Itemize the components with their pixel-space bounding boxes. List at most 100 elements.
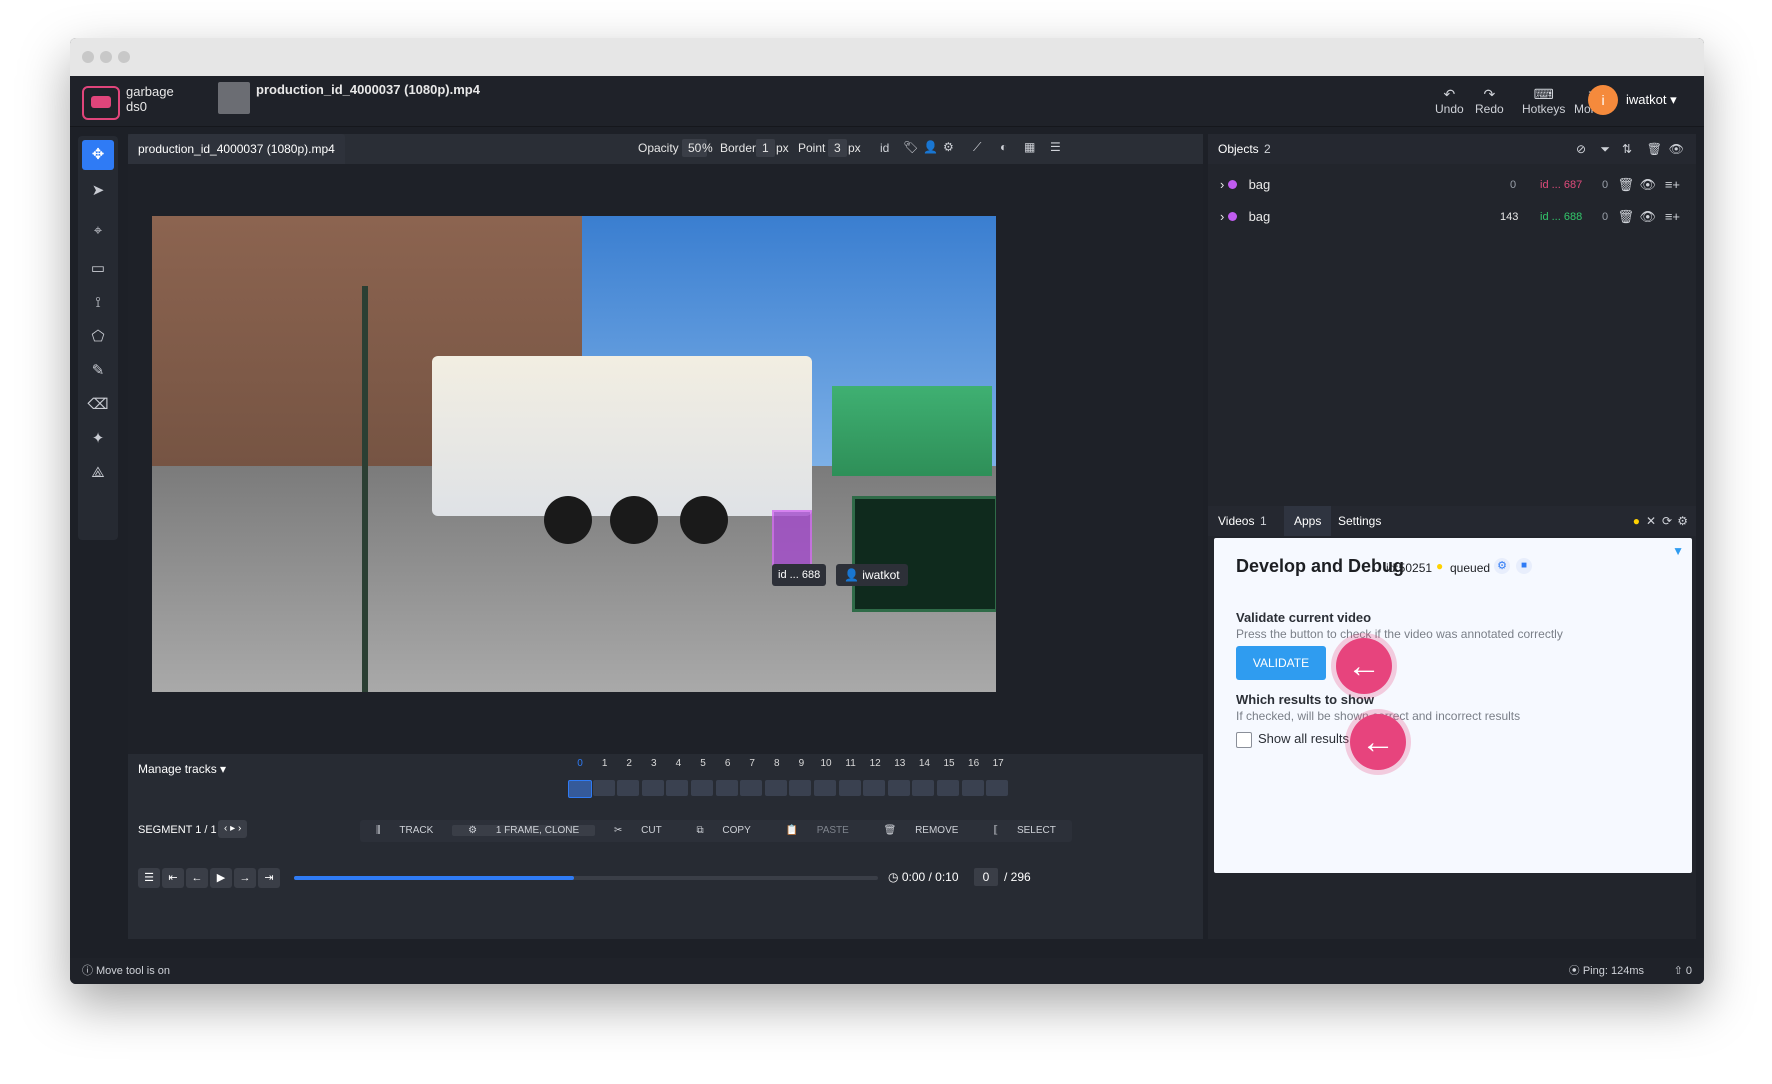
user-icon[interactable]: 👤 [923, 140, 938, 154]
sort-icon[interactable]: ⇅ [1622, 134, 1632, 164]
frame-number[interactable]: 0 [568, 758, 592, 769]
play-segment-icon[interactable]: ▸ [230, 823, 235, 834]
objects-title[interactable]: Objects [1218, 134, 1259, 164]
trash-icon[interactable]: 🗑 [1617, 204, 1634, 230]
border-value[interactable]: 1 [756, 139, 775, 157]
eye-icon[interactable]: 👁 [1639, 172, 1656, 198]
frame-cell[interactable] [740, 780, 763, 796]
manage-tracks-dropdown[interactable]: Manage tracks ▾ [138, 762, 226, 776]
app-settings-icon[interactable]: ⚙ [1494, 558, 1510, 574]
tab-videos[interactable]: Videos [1218, 506, 1254, 536]
video-canvas[interactable]: id ... 688 👤 iwatkot [128, 164, 1203, 754]
frame-cell[interactable] [764, 780, 787, 796]
chevron-right-icon[interactable]: › [1220, 177, 1228, 192]
skeleton-tool[interactable]: ⌖ [82, 216, 114, 246]
undo-button[interactable]: ↶ Undo [1435, 86, 1464, 116]
move-tool[interactable]: ✥ [82, 140, 114, 170]
frame-number[interactable]: 13 [888, 758, 912, 769]
polygon-tool[interactable]: ⬠ [82, 322, 114, 352]
show-all-results-checkbox[interactable] [1236, 732, 1252, 748]
frame-cell[interactable] [715, 780, 738, 796]
paste-button[interactable]: 📋 PASTE [770, 825, 865, 836]
frame-cell[interactable] [937, 780, 959, 796]
sliders-icon[interactable]: ☰ [1050, 140, 1061, 154]
frame-number[interactable]: 17 [986, 758, 1010, 769]
object-row[interactable]: › bag 143 id ... 688 0 🗑 👁 ≡+ [1220, 204, 1686, 230]
gear-icon[interactable]: ⚙ [1677, 506, 1688, 536]
frame-number[interactable]: 14 [912, 758, 936, 769]
frame-cell[interactable] [789, 780, 812, 796]
cut-button[interactable]: ✂ CUT [598, 825, 678, 836]
frame-number[interactable]: 15 [937, 758, 961, 769]
frame-input[interactable]: 0 [974, 868, 998, 886]
polyline-tool[interactable]: ⟟ [82, 288, 114, 318]
frame-number[interactable]: 1 [593, 758, 617, 769]
dataset-name[interactable]: ds0 [126, 99, 174, 114]
frame-cell[interactable] [691, 780, 713, 796]
validate-button[interactable]: VALIDATE [1236, 646, 1326, 680]
list-add-icon[interactable]: ≡+ [1665, 172, 1680, 198]
playback-settings-button[interactable]: ☰ [138, 868, 160, 888]
point-value[interactable]: 3 [828, 139, 847, 157]
frame-number[interactable]: 10 [814, 758, 838, 769]
frame-cell[interactable] [814, 780, 836, 796]
segment-controls[interactable]: ‹ ▸ › [218, 820, 248, 838]
hide-annotations-icon[interactable]: ⊘ [1576, 134, 1586, 164]
palette-icon[interactable]: ◐ [1000, 140, 1007, 154]
frame-number[interactable]: 8 [765, 758, 789, 769]
first-frame-button[interactable]: ⇤ [162, 868, 184, 888]
frame-cell[interactable] [641, 780, 664, 796]
filter-icon[interactable]: ⏷ [1600, 134, 1610, 164]
next-frame-button[interactable]: → [234, 868, 256, 888]
frame-number[interactable]: 2 [617, 758, 641, 769]
grid-icon[interactable]: ▦ [1024, 140, 1035, 154]
eraser-tool[interactable]: ⌫ [82, 390, 114, 420]
editor-tab[interactable]: production_id_4000037 (1080p).mp4 [128, 134, 345, 164]
collapse-triangle-icon[interactable]: ▼ [1672, 544, 1684, 558]
ruler-icon[interactable]: ⟋ [973, 140, 981, 155]
frame-cell[interactable] [912, 780, 935, 796]
frame-number[interactable]: 6 [716, 758, 740, 769]
copy-button[interactable]: ⧉ COPY [680, 825, 766, 836]
magic-wand-tool[interactable]: ✦ [82, 424, 114, 454]
frame-cell[interactable] [568, 780, 592, 798]
frame-clone-button[interactable]: ⚙ 1 FRAME, CLONE [452, 825, 596, 836]
frame-cell[interactable] [961, 780, 984, 796]
graph-tool[interactable]: ⟁ [82, 458, 114, 488]
last-frame-button[interactable]: ⇥ [258, 868, 280, 888]
frame-cell[interactable] [617, 780, 640, 796]
tag-icon[interactable]: 🏷 [903, 140, 918, 154]
user-menu[interactable]: iwatkot ▾ [1626, 92, 1677, 108]
frame-cell[interactable] [666, 780, 689, 796]
avatar[interactable]: i [1588, 85, 1618, 115]
select-button[interactable]: ⟦ SELECT [977, 825, 1072, 836]
frame-cell[interactable] [887, 780, 910, 796]
window-minimize-dot[interactable] [100, 51, 112, 63]
tab-settings[interactable]: Settings [1338, 506, 1381, 536]
frame-cell[interactable] [986, 780, 1009, 796]
frame-number[interactable]: 12 [863, 758, 887, 769]
eye-icon[interactable]: 👁 [1639, 204, 1656, 230]
frame-cell[interactable] [863, 780, 886, 796]
app-stop-icon[interactable]: ■ [1516, 558, 1532, 574]
tab-apps[interactable]: Apps [1284, 506, 1332, 536]
list-add-icon[interactable]: ≡+ [1665, 204, 1680, 230]
frame-number[interactable]: 9 [789, 758, 813, 769]
chevron-right-icon[interactable]: › [238, 823, 241, 834]
brush-tool[interactable]: ✎ [82, 356, 114, 386]
frame-cell[interactable] [838, 780, 861, 796]
frame-cell[interactable] [592, 780, 615, 796]
show-all-results-label[interactable]: Show all results [1258, 731, 1349, 746]
id-toggle-icon[interactable]: id [880, 141, 889, 155]
frame-number[interactable]: 7 [740, 758, 764, 769]
gear-icon[interactable]: ⚙ [943, 140, 954, 154]
close-icon[interactable]: ✕ [1646, 506, 1656, 536]
frame-number[interactable]: 4 [666, 758, 690, 769]
trash-icon[interactable]: 🗑 [1647, 134, 1662, 164]
remove-button[interactable]: 🗑 REMOVE [868, 825, 975, 836]
chevron-left-icon[interactable]: ‹ [224, 823, 227, 834]
redo-button[interactable]: ↷ Redo [1475, 86, 1504, 116]
frame-number[interactable]: 3 [642, 758, 666, 769]
frame-number[interactable]: 16 [962, 758, 986, 769]
hotkeys-button[interactable]: ⌨ Hotkeys [1522, 86, 1565, 116]
